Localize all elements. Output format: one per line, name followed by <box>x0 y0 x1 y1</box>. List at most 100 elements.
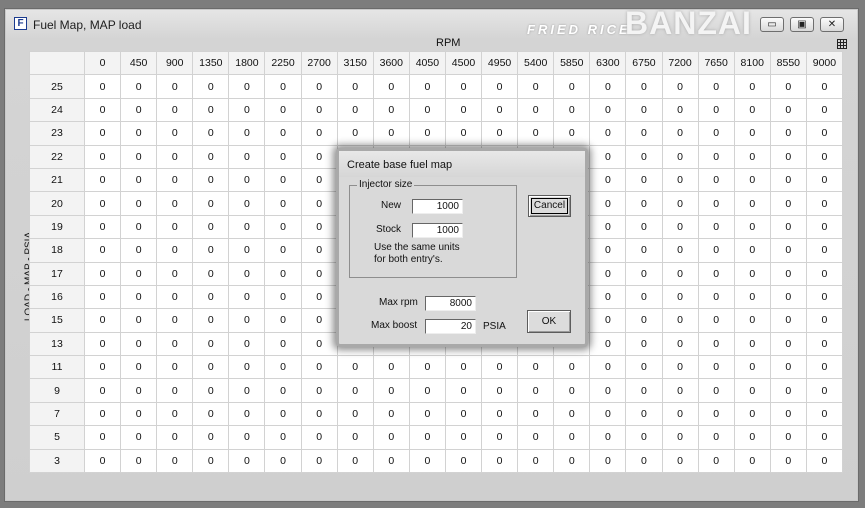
rpm-header-cell[interactable]: 3150 <box>336 50 374 76</box>
fuel-cell[interactable]: 0 <box>83 261 122 286</box>
fuel-cell[interactable]: 0 <box>517 448 555 474</box>
fuel-cell[interactable]: 0 <box>408 448 446 474</box>
fuel-cell[interactable]: 0 <box>697 284 735 310</box>
fuel-cell[interactable]: 0 <box>408 97 446 123</box>
fuel-cell[interactable]: 0 <box>156 448 194 474</box>
fuel-cell[interactable]: 0 <box>553 121 591 146</box>
fuel-cell[interactable]: 0 <box>589 378 627 403</box>
fuel-cell[interactable]: 0 <box>589 355 627 380</box>
rpm-header-cell[interactable]: 8550 <box>769 50 807 76</box>
fuel-cell[interactable]: 0 <box>228 331 266 357</box>
rpm-header-cell[interactable]: 4500 <box>444 50 483 76</box>
fuel-cell[interactable]: 0 <box>481 121 519 146</box>
fuel-cell[interactable]: 0 <box>264 284 302 310</box>
fuel-cell[interactable]: 0 <box>589 448 627 474</box>
fuel-cell[interactable]: 0 <box>83 167 122 193</box>
fuel-cell[interactable]: 0 <box>625 378 663 403</box>
load-header-cell[interactable]: 24 <box>29 97 85 123</box>
fuel-cell[interactable]: 0 <box>192 144 230 169</box>
fuel-cell[interactable]: 0 <box>625 74 663 99</box>
max-boost-field[interactable] <box>425 319 476 334</box>
fuel-cell[interactable]: 0 <box>661 97 699 123</box>
fuel-cell[interactable]: 0 <box>228 308 266 333</box>
fuel-cell[interactable]: 0 <box>589 214 627 240</box>
fuel-cell[interactable]: 0 <box>264 331 302 357</box>
dialog-title-bar[interactable]: Create base fuel map <box>339 151 585 177</box>
fuel-cell[interactable]: 0 <box>156 401 194 427</box>
fuel-cell[interactable]: 0 <box>697 214 735 240</box>
fuel-cell[interactable]: 0 <box>625 448 663 474</box>
fuel-cell[interactable]: 0 <box>697 238 735 263</box>
fuel-cell[interactable]: 0 <box>625 261 663 286</box>
fuel-cell[interactable]: 0 <box>805 261 843 286</box>
fuel-cell[interactable]: 0 <box>192 378 230 403</box>
fuel-cell[interactable]: 0 <box>83 191 122 216</box>
fuel-cell[interactable]: 0 <box>625 331 663 357</box>
fuel-cell[interactable]: 0 <box>625 191 663 216</box>
fuel-cell[interactable]: 0 <box>264 97 302 123</box>
cancel-button[interactable]: Cancel <box>528 195 571 217</box>
fuel-cell[interactable]: 0 <box>120 121 158 146</box>
minimize-button[interactable]: ▭ <box>760 17 784 32</box>
fuel-cell[interactable]: 0 <box>228 448 266 474</box>
fuel-cell[interactable]: 0 <box>192 308 230 333</box>
fuel-cell[interactable]: 0 <box>300 191 338 216</box>
fuel-cell[interactable]: 0 <box>444 448 483 474</box>
fuel-cell[interactable]: 0 <box>661 401 699 427</box>
fuel-cell[interactable]: 0 <box>228 191 266 216</box>
close-button[interactable]: ✕ <box>820 17 844 32</box>
fuel-cell[interactable]: 0 <box>697 308 735 333</box>
fuel-cell[interactable]: 0 <box>733 378 771 403</box>
fuel-cell[interactable]: 0 <box>300 355 338 380</box>
fuel-cell[interactable]: 0 <box>336 355 374 380</box>
fuel-cell[interactable]: 0 <box>120 308 158 333</box>
fuel-cell[interactable]: 0 <box>192 425 230 450</box>
fuel-cell[interactable]: 0 <box>156 191 194 216</box>
fuel-cell[interactable]: 0 <box>83 448 122 474</box>
fuel-cell[interactable]: 0 <box>625 214 663 240</box>
fuel-cell[interactable]: 0 <box>228 121 266 146</box>
fuel-cell[interactable]: 0 <box>697 167 735 193</box>
fuel-cell[interactable]: 0 <box>83 97 122 123</box>
fuel-cell[interactable]: 0 <box>769 191 807 216</box>
fuel-cell[interactable]: 0 <box>372 378 410 403</box>
fuel-cell[interactable]: 0 <box>156 238 194 263</box>
fuel-cell[interactable]: 0 <box>697 448 735 474</box>
fuel-cell[interactable]: 0 <box>300 97 338 123</box>
fuel-cell[interactable]: 0 <box>733 144 771 169</box>
fuel-cell[interactable]: 0 <box>769 97 807 123</box>
fuel-cell[interactable]: 0 <box>192 448 230 474</box>
fuel-cell[interactable]: 0 <box>661 284 699 310</box>
fuel-cell[interactable]: 0 <box>156 331 194 357</box>
fuel-cell[interactable]: 0 <box>697 97 735 123</box>
fuel-cell[interactable]: 0 <box>589 261 627 286</box>
fuel-cell[interactable]: 0 <box>228 284 266 310</box>
fuel-cell[interactable]: 0 <box>156 378 194 403</box>
fuel-cell[interactable]: 0 <box>264 167 302 193</box>
fuel-cell[interactable]: 0 <box>264 355 302 380</box>
fuel-cell[interactable]: 0 <box>589 97 627 123</box>
fuel-cell[interactable]: 0 <box>192 74 230 99</box>
fuel-cell[interactable]: 0 <box>769 74 807 99</box>
load-header-cell[interactable]: 7 <box>29 401 85 427</box>
fuel-cell[interactable]: 0 <box>805 355 843 380</box>
fuel-cell[interactable]: 0 <box>156 97 194 123</box>
fuel-cell[interactable]: 0 <box>372 355 410 380</box>
fuel-cell[interactable]: 0 <box>444 425 483 450</box>
fuel-cell[interactable]: 0 <box>769 331 807 357</box>
fuel-cell[interactable]: 0 <box>553 448 591 474</box>
fuel-cell[interactable]: 0 <box>408 121 446 146</box>
rpm-header-cell[interactable]: 2250 <box>264 50 302 76</box>
fuel-cell[interactable]: 0 <box>300 121 338 146</box>
fuel-cell[interactable]: 0 <box>156 74 194 99</box>
fuel-cell[interactable]: 0 <box>228 74 266 99</box>
load-header-cell[interactable]: 16 <box>29 284 85 310</box>
fuel-cell[interactable]: 0 <box>769 448 807 474</box>
fuel-cell[interactable]: 0 <box>228 401 266 427</box>
fuel-cell[interactable]: 0 <box>481 97 519 123</box>
fuel-cell[interactable]: 0 <box>156 308 194 333</box>
rpm-header-cell[interactable]: 2700 <box>300 50 338 76</box>
fuel-cell[interactable]: 0 <box>661 167 699 193</box>
fuel-cell[interactable]: 0 <box>517 378 555 403</box>
fuel-cell[interactable]: 0 <box>83 238 122 263</box>
